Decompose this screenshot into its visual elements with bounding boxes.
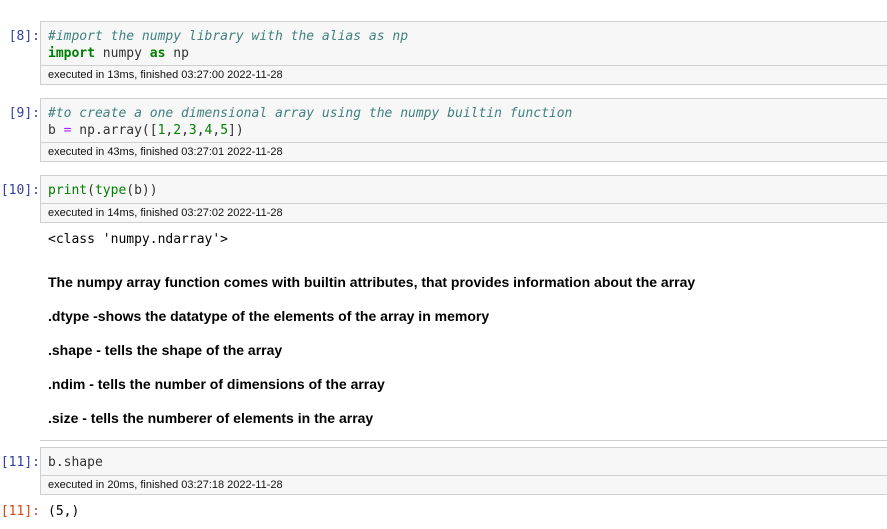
markdown-line-1: The numpy array function comes with buil… — [48, 274, 696, 290]
number: 2 — [173, 123, 182, 138]
code-cell-8[interactable]: #import the numpy library with the alias… — [40, 21, 887, 85]
code-editor[interactable]: print(type(b)) — [41, 176, 887, 199]
execution-time: executed in 43ms, finished 03:27:01 2022… — [41, 142, 887, 161]
code-cell-10[interactable]: print(type(b)) executed in 14ms, finishe… — [40, 175, 887, 223]
code-text: (b)) — [126, 183, 158, 198]
execution-time: executed in 14ms, finished 03:27:02 2022… — [41, 203, 887, 222]
keyword-as: as — [149, 46, 166, 61]
code-editor[interactable]: #import the numpy library with the alias… — [41, 22, 887, 62]
execution-time: executed in 13ms, finished 03:27:00 2022… — [41, 65, 887, 84]
cell-separator — [40, 440, 887, 441]
code-text: b.shape — [48, 455, 103, 470]
builtin-print: print — [48, 183, 88, 198]
code-comment: #to create a one dimensional array using… — [48, 106, 573, 121]
markdown-line-4: .ndim - tells the number of dimensions o… — [48, 376, 385, 392]
cell-output-10: <class 'numpy.ndarray'> — [48, 232, 229, 247]
number: 3 — [188, 123, 197, 138]
code-editor[interactable]: #to create a one dimensional array using… — [41, 99, 887, 139]
output-prompt-11: [11]: — [0, 504, 40, 519]
input-prompt-10: [10]: — [0, 183, 40, 198]
code-text: b — [48, 123, 64, 138]
builtin-type: type — [94, 183, 127, 198]
code-text: np.array([ — [71, 123, 158, 138]
number: 5 — [220, 123, 229, 138]
code-text: , — [196, 123, 205, 138]
code-text: numpy — [94, 46, 150, 61]
input-prompt-8: [8]: — [8, 29, 40, 44]
input-prompt-11: [11]: — [0, 455, 40, 470]
code-editor[interactable]: b.shape — [41, 448, 887, 471]
code-comment: #import the numpy library with the alias… — [48, 29, 409, 44]
input-prompt-9: [9]: — [8, 106, 40, 121]
execution-time: executed in 20ms, finished 03:27:18 2022… — [41, 475, 887, 494]
code-text: ]) — [228, 123, 244, 138]
markdown-line-3: .shape - tells the shape of the array — [48, 342, 283, 358]
code-text: np — [165, 46, 189, 61]
code-text: , — [181, 123, 189, 138]
keyword-import: import — [48, 46, 95, 61]
code-cell-9[interactable]: #to create a one dimensional array using… — [40, 98, 887, 162]
code-text: ( — [87, 183, 95, 198]
code-cell-11[interactable]: b.shape executed in 20ms, finished 03:27… — [40, 447, 887, 495]
markdown-line-2: .dtype -shows the datatype of the elemen… — [48, 308, 490, 324]
cell-output-11: (5,) — [48, 504, 80, 519]
markdown-line-5: .size - tells the numberer of elements i… — [48, 410, 374, 426]
